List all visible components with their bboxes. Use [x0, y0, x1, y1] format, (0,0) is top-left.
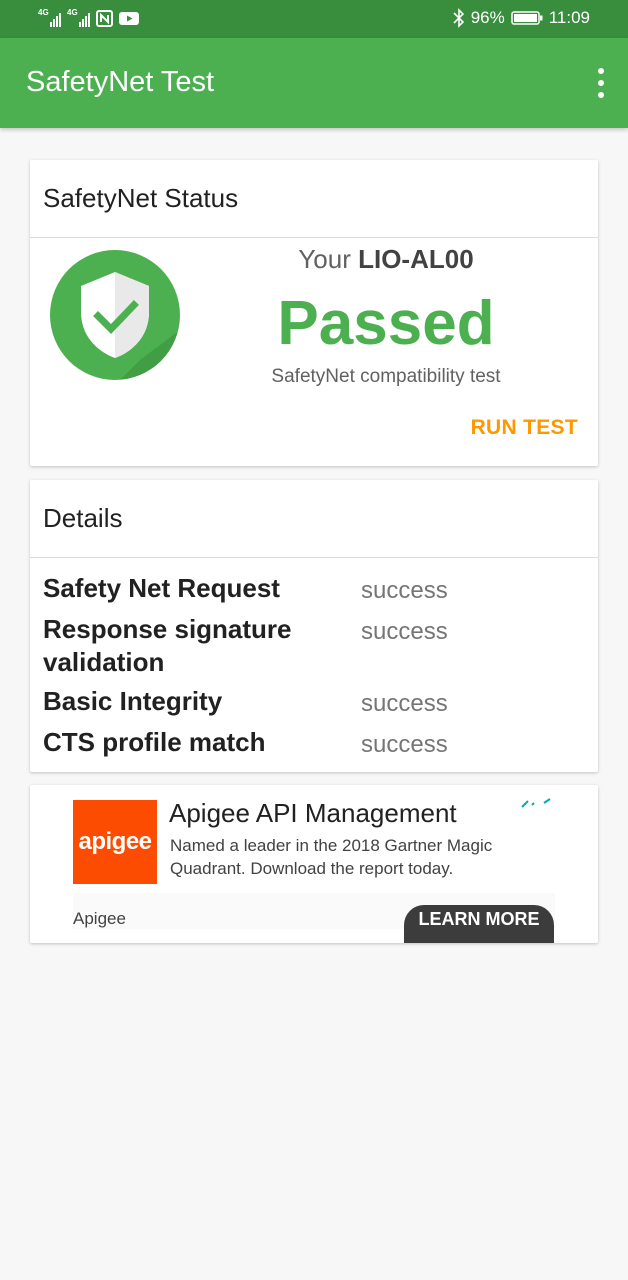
- detail-row: CTS profile match success: [43, 726, 583, 761]
- bluetooth-icon: [453, 8, 464, 28]
- test-result: Passed: [277, 289, 495, 358]
- app-title: SafetyNet Test: [26, 66, 215, 98]
- details-card-header: Details: [30, 480, 598, 558]
- shield-check-icon: [50, 250, 180, 380]
- detail-row: Response signature validation success: [43, 613, 583, 679]
- battery-icon: [510, 11, 543, 25]
- device-prefix: Your: [298, 244, 351, 274]
- detail-label: Safety Net Request: [43, 573, 280, 603]
- network-type-label: 4G: [38, 8, 49, 17]
- detail-value: success: [361, 618, 448, 645]
- status-bar-left: 4G 4G: [38, 9, 139, 27]
- nfc-icon: [96, 9, 113, 27]
- youtube-icon: [119, 11, 139, 25]
- status-card-header: SafetyNet Status: [30, 160, 598, 238]
- ad-choices-icon[interactable]: [520, 797, 554, 809]
- status-bar: 4G 4G 96% 11:09: [0, 0, 628, 38]
- status-bar-right: 96% 11:09: [453, 8, 590, 28]
- more-vert-icon[interactable]: [596, 68, 606, 98]
- detail-value: success: [361, 731, 448, 758]
- ad-brand: Apigee: [73, 909, 126, 928]
- detail-label: Basic Integrity: [43, 686, 223, 716]
- details-list: Safety Net Request success Response sign…: [43, 572, 583, 767]
- run-test-button[interactable]: RUN TEST: [471, 416, 578, 440]
- details-card: Details Safety Net Request success Respo…: [30, 480, 598, 772]
- detail-row: Safety Net Request success: [43, 572, 583, 607]
- detail-label: Response signature validation: [43, 614, 292, 677]
- ad-description: Named a leader in the 2018 Gartner Magic…: [170, 836, 493, 878]
- detail-value: success: [361, 577, 448, 604]
- app-bar: SafetyNet Test: [0, 38, 628, 128]
- network-type-label-2: 4G: [67, 8, 78, 17]
- learn-more-button[interactable]: LEARN MORE: [404, 905, 554, 943]
- ad-banner[interactable]: apigee Apigee API Management Named a lea…: [30, 785, 598, 943]
- clock: 11:09: [548, 8, 590, 27]
- test-subtitle: SafetyNet compatibility test: [271, 366, 501, 387]
- ad-title[interactable]: Apigee API Management: [169, 798, 457, 829]
- device-model-line: Your LIO-AL00: [180, 244, 592, 275]
- detail-row: Basic Integrity success: [43, 685, 583, 720]
- detail-value: success: [361, 690, 448, 717]
- apigee-logo[interactable]: apigee: [73, 800, 157, 884]
- detail-label: CTS profile match: [43, 727, 266, 757]
- battery-percent: 96%: [470, 8, 505, 27]
- cellular-signal-icon-2: 4G: [67, 9, 90, 27]
- cellular-signal-icon: 4G: [38, 9, 61, 27]
- device-model: LIO-AL00: [358, 244, 474, 274]
- safetynet-status-card: SafetyNet Status Your LIO-AL00 Passed Sa…: [30, 160, 598, 466]
